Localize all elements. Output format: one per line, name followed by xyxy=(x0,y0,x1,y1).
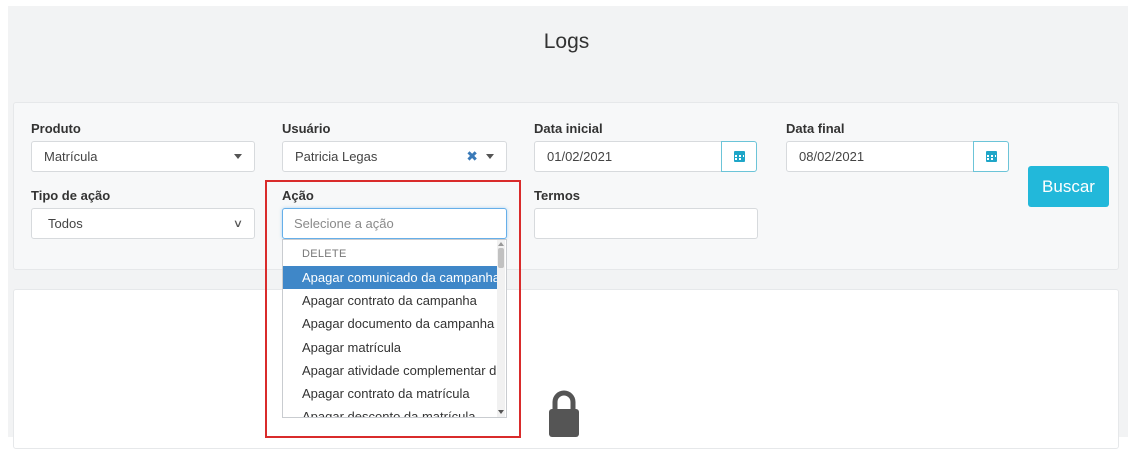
calendar-icon xyxy=(733,151,745,162)
clear-icon[interactable]: ✖ xyxy=(466,148,478,165)
dropdown-item[interactable]: Apagar matrícula xyxy=(283,336,499,359)
chevron-down-icon: ∨ xyxy=(232,218,244,230)
data-final-label: Data final xyxy=(786,121,845,136)
usuario-label: Usuário xyxy=(282,121,331,136)
tipo-acao-value: Todos xyxy=(48,216,83,231)
acao-label: Ação xyxy=(282,188,314,203)
acao-dropdown: DELETE Apagar comunicado da campanha Apa… xyxy=(282,239,507,418)
dropdown-item[interactable]: Apagar atividade complementar da xyxy=(283,359,499,382)
dropdown-item[interactable]: Apagar documento da campanha xyxy=(283,312,499,335)
data-inicial-calendar-button[interactable] xyxy=(721,141,757,172)
scrollbar-thumb[interactable] xyxy=(498,248,504,268)
scroll-up-icon[interactable] xyxy=(498,242,504,246)
caret-down-icon xyxy=(234,154,242,159)
dropdown-item[interactable]: Apagar comunicado da campanha xyxy=(283,266,499,289)
termos-input[interactable] xyxy=(534,208,758,239)
data-final-input[interactable]: 08/02/2021 xyxy=(786,141,974,172)
data-final-calendar-button[interactable] xyxy=(973,141,1009,172)
dropdown-group-label: DELETE xyxy=(302,248,347,260)
produto-select[interactable]: Matrícula xyxy=(31,141,255,172)
acao-search-input[interactable]: Selecione a ação xyxy=(282,208,507,239)
buscar-button[interactable]: Buscar xyxy=(1028,166,1109,207)
dropdown-scrollbar[interactable] xyxy=(497,240,505,417)
dropdown-item[interactable]: Apagar desconto da matrícula xyxy=(283,405,499,417)
tipo-acao-label: Tipo de ação xyxy=(31,188,111,203)
dropdown-item[interactable]: Apagar contrato da matrícula xyxy=(283,382,499,405)
data-inicial-value: 01/02/2021 xyxy=(547,149,613,164)
dropdown-item[interactable]: Apagar contrato da campanha xyxy=(283,289,499,312)
calendar-icon xyxy=(985,151,997,162)
tipo-acao-select[interactable]: Todos ∨ xyxy=(31,208,255,239)
caret-down-icon[interactable] xyxy=(486,154,494,159)
scroll-down-icon[interactable] xyxy=(498,410,504,414)
usuario-select[interactable]: Patricia Legas ✖ xyxy=(282,141,507,172)
data-inicial-label: Data inicial xyxy=(534,121,603,136)
usuario-value: Patricia Legas xyxy=(295,149,378,164)
page-title: Logs xyxy=(543,30,590,53)
produto-value: Matrícula xyxy=(44,149,98,164)
lock-icon xyxy=(549,390,579,437)
data-final-value: 08/02/2021 xyxy=(799,149,865,164)
produto-label: Produto xyxy=(31,121,81,136)
acao-placeholder: Selecione a ação xyxy=(294,216,394,231)
data-inicial-input[interactable]: 01/02/2021 xyxy=(534,141,722,172)
termos-label: Termos xyxy=(534,188,580,203)
